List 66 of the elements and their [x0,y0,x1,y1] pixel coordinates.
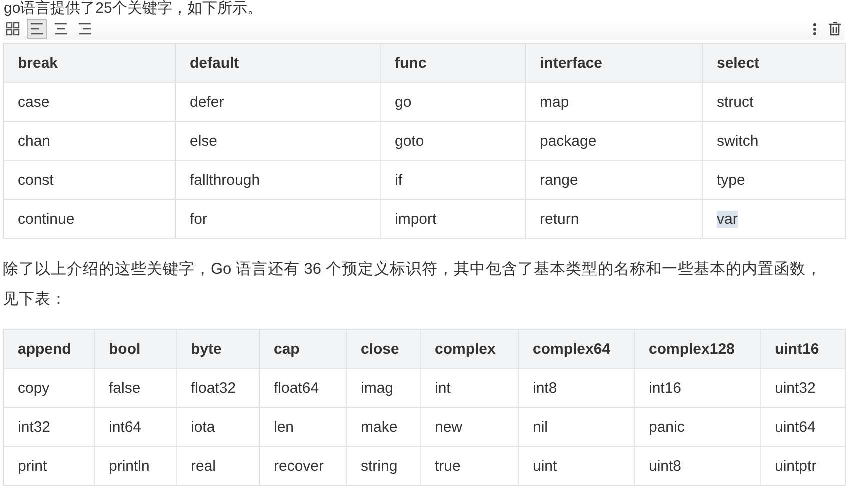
table-cell: float32 [176,368,260,408]
header-cell: close [346,330,420,368]
header-cell: append [4,330,94,368]
table-cell: if [380,160,526,200]
table-cell: nil [518,408,634,446]
header-cell: break [4,44,176,82]
table-cell: continue [4,200,176,238]
table-cell: defer [176,82,380,122]
table-cell: recover [260,446,346,486]
table-cell: int32 [4,408,94,446]
table-cell: struct [702,82,846,122]
header-cell: default [176,44,380,82]
table-cell: goto [380,122,526,160]
table-cell: int64 [94,408,176,446]
table-cell: var [702,200,846,238]
header-cell: complex [420,330,518,368]
table-cell: fallthrough [176,160,380,200]
table-cell: string [346,446,420,486]
table-cell: import [380,200,526,238]
table-cell: go [380,82,526,122]
intro-text: go语言提供了25个关键字，如下所示。 [4,0,264,18]
header-cell: bool [94,330,176,368]
table-cell: package [526,122,702,160]
delete-icon[interactable] [829,22,841,36]
header-cell: func [380,44,526,82]
table-cell: for [176,200,380,238]
table-cell: int16 [634,368,760,408]
header-cell: cap [260,330,346,368]
header-cell: complex128 [634,330,760,368]
more-icon[interactable] [813,22,817,36]
table-cell: imag [346,368,420,408]
table-cell: uint32 [760,368,846,408]
table-cell: copy [4,368,94,408]
table-cell: type [702,160,846,200]
table-cell: uint [518,446,634,486]
table-cell: true [420,446,518,486]
table-cell: uint8 [634,446,760,486]
table-cell: panic [634,408,760,446]
table-cell: uint64 [760,408,846,446]
table-cell: false [94,368,176,408]
table-cell: real [176,446,260,486]
header-cell: byte [176,330,260,368]
header-cell: complex64 [518,330,634,368]
table-cell: print [4,446,94,486]
table-cell: uintptr [760,446,846,486]
align-left-button[interactable] [27,19,47,39]
paragraph: 除了以上介绍的这些关键字，Go 语言还有 36 个预定义标识符，其中包含了基本类型的名称和一些基本的内置函数，见下表： [3,260,823,310]
header-cell: select [702,44,846,82]
table-cell: int8 [518,368,634,408]
table-cell: chan [4,122,176,160]
table-cell: println [94,446,176,486]
table-cell: float64 [260,368,346,408]
table-cell: make [346,408,420,446]
table-cell: len [260,408,346,446]
header-cell: interface [526,44,702,82]
table-cell: new [420,408,518,446]
header-cell: uint16 [760,330,846,368]
table-cell: map [526,82,702,122]
table-cell: return [526,200,702,238]
table-cell: switch [702,122,846,160]
table-cell: int [420,368,518,408]
table-cell: range [526,160,702,200]
table-cell: else [176,122,380,160]
table-cell: case [4,82,176,122]
table-cell: iota [176,408,260,446]
table-cell: const [4,160,176,200]
